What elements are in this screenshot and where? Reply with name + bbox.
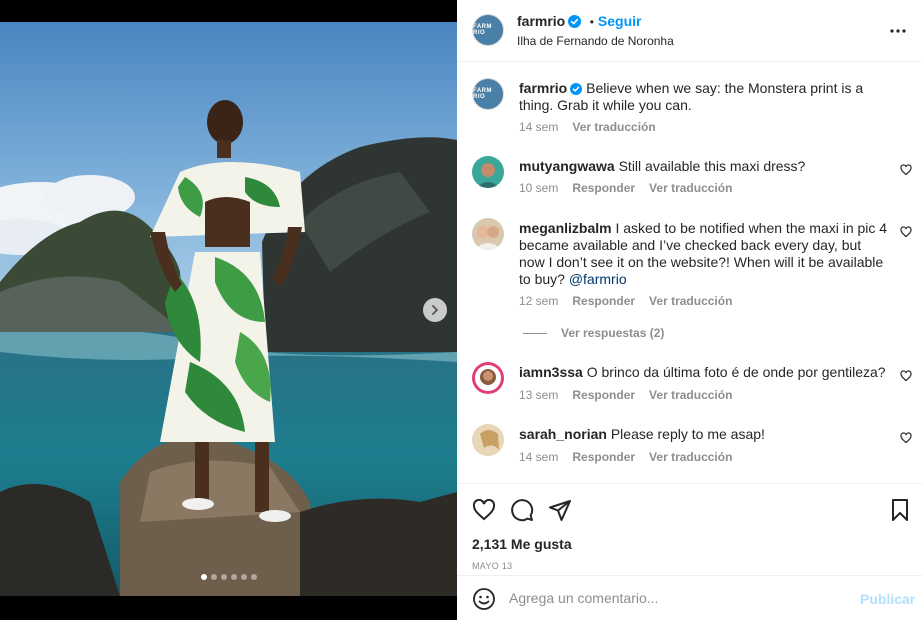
- author-avatar[interactable]: FARM RIO: [472, 14, 504, 46]
- comment-meta: 12 sem Responder Ver traducción: [519, 294, 732, 308]
- commenter-username[interactable]: meganlizbalm: [519, 220, 612, 236]
- comment-meta: 14 sem Responder Ver traducción: [519, 450, 732, 464]
- share-paper-plane-icon[interactable]: [548, 498, 572, 522]
- reply-button[interactable]: Responder: [572, 388, 635, 402]
- like-comment-heart-icon[interactable]: [900, 432, 912, 444]
- post-header: FARM RIO farmrio • Seguir Ilha de Fernand…: [457, 0, 922, 62]
- follow-button[interactable]: Seguir: [598, 13, 642, 29]
- comment-body: O brinco da última foto é de onde por ge…: [586, 364, 886, 380]
- comment-time[interactable]: 13 sem: [519, 388, 558, 402]
- comment-meta: 10 sem Responder Ver traducción: [519, 181, 732, 195]
- carousel-dot: [230, 574, 237, 580]
- carousel-dot: [220, 574, 227, 580]
- like-heart-icon[interactable]: [472, 498, 496, 522]
- comment-body: Still available this maxi dress?: [618, 158, 806, 174]
- comment-time[interactable]: 12 sem: [519, 294, 558, 308]
- translate-link[interactable]: Ver traducción: [649, 294, 732, 308]
- comment-composer: Publicar: [457, 575, 922, 620]
- like-comment-heart-icon[interactable]: [900, 226, 912, 238]
- commenter-username[interactable]: sarah_norian: [519, 426, 607, 442]
- separator-dot: •: [589, 15, 594, 29]
- caption-avatar[interactable]: FARM RIO: [472, 78, 504, 110]
- more-options-icon[interactable]: [889, 22, 907, 40]
- replies-divider: [523, 332, 547, 334]
- reply-button[interactable]: Responder: [572, 294, 635, 308]
- caption-time[interactable]: 14 sem: [519, 120, 558, 134]
- comment-text: sarah_norian Please reply to me asap!: [519, 426, 889, 443]
- caption-meta: 14 sem Ver traducción: [519, 120, 656, 134]
- comment-text: iamn3ssa O brinco da última foto é de on…: [519, 364, 889, 381]
- translate-link[interactable]: Ver traducción: [572, 120, 655, 134]
- translate-link[interactable]: Ver traducción: [649, 388, 732, 402]
- post-location[interactable]: Ilha de Fernando de Noronha: [517, 34, 674, 48]
- post-panel: FARM RIO farmrio • Seguir Ilha de Fernand…: [457, 0, 922, 620]
- commenter-avatar[interactable]: [472, 424, 504, 456]
- translate-link[interactable]: Ver traducción: [649, 181, 732, 195]
- carousel-dot: [240, 574, 247, 580]
- carousel-dot: [250, 574, 257, 580]
- likes-count[interactable]: 2,131 Me gusta: [472, 536, 572, 552]
- mention-link[interactable]: @farmrio: [569, 271, 627, 287]
- comment-body: Please reply to me asap!: [610, 426, 765, 442]
- caption-text: farmrio Believe when we say: the Monster…: [519, 80, 889, 114]
- view-replies-label: Ver respuestas (2): [561, 326, 665, 340]
- verified-badge-icon: [568, 15, 582, 28]
- comment-bubble-icon[interactable]: [510, 498, 534, 522]
- emoji-icon[interactable]: [472, 587, 496, 611]
- comment-text: mutyangwawa Still available this maxi dr…: [519, 158, 889, 175]
- comment-input[interactable]: [509, 590, 839, 606]
- reply-button[interactable]: Responder: [572, 181, 635, 195]
- post-media: [0, 0, 457, 620]
- avatar-text: FARM RIO: [473, 24, 492, 36]
- commenter-username[interactable]: iamn3ssa: [519, 364, 583, 380]
- like-comment-heart-icon[interactable]: [900, 370, 912, 382]
- header-userline: farmrio • Seguir: [517, 13, 641, 31]
- carousel-dot: [210, 574, 217, 580]
- chevron-right-icon: [432, 305, 438, 315]
- carousel-dot: [200, 574, 207, 580]
- author-username[interactable]: farmrio: [517, 13, 565, 29]
- commenter-avatar[interactable]: [472, 156, 504, 188]
- like-comment-heart-icon[interactable]: [900, 164, 912, 176]
- verified-badge-icon: [570, 83, 583, 95]
- comment-time[interactable]: 10 sem: [519, 181, 558, 195]
- commenter-username[interactable]: mutyangwawa: [519, 158, 615, 174]
- post-photo[interactable]: [0, 22, 457, 596]
- save-bookmark-icon[interactable]: [889, 498, 911, 522]
- next-image-button[interactable]: [423, 298, 447, 322]
- commenter-avatar[interactable]: [472, 218, 504, 250]
- post-actions: [457, 483, 922, 535]
- comment-text: meganlizbalm I asked to be notified when…: [519, 220, 889, 288]
- translate-link[interactable]: Ver traducción: [649, 450, 732, 464]
- post-date[interactable]: MAYO 13: [472, 561, 512, 571]
- comment-time[interactable]: 14 sem: [519, 450, 558, 464]
- caption-username[interactable]: farmrio: [519, 80, 567, 96]
- commenter-avatar[interactable]: [472, 362, 504, 394]
- carousel-indicators: [0, 574, 457, 580]
- comment-meta: 13 sem Responder Ver traducción: [519, 388, 732, 402]
- view-replies-button[interactable]: Ver respuestas (2): [523, 326, 664, 340]
- publish-button[interactable]: Publicar: [860, 591, 915, 607]
- avatar-text: FARM RIO: [473, 88, 492, 100]
- reply-button[interactable]: Responder: [572, 450, 635, 464]
